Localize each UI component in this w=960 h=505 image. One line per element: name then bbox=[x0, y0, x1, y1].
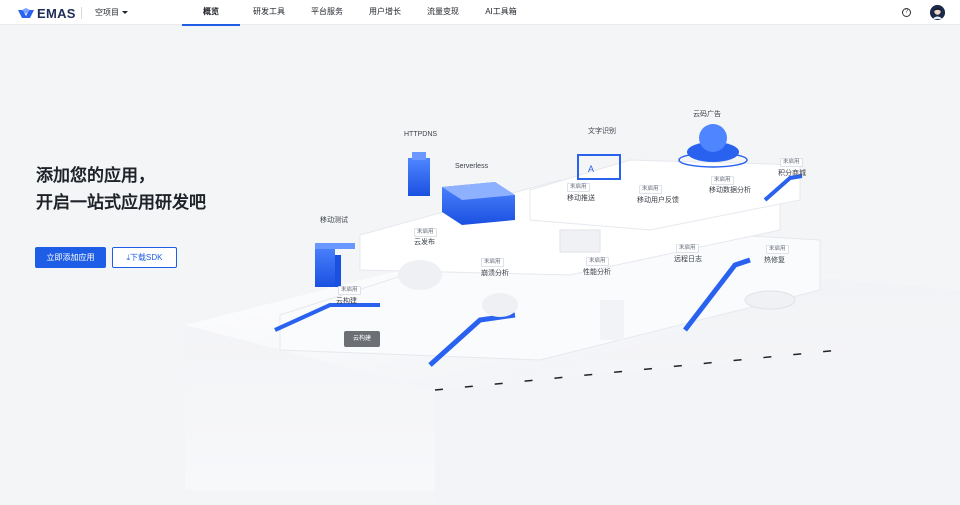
service-points-mall[interactable]: 积分商城 bbox=[778, 168, 806, 178]
service-mobile-push[interactable]: 移动推送 bbox=[567, 193, 595, 203]
status-badge: 未启用 bbox=[481, 258, 504, 267]
service-cloud-build[interactable]: 云构建 bbox=[336, 296, 357, 306]
service-crash-analysis[interactable]: 崩溃分析 bbox=[481, 268, 509, 278]
service-remote-log[interactable]: 远程日志 bbox=[674, 254, 702, 264]
download-sdk-button[interactable]: ⤓下载SDK bbox=[112, 247, 177, 268]
status-badge: 未启用 bbox=[586, 257, 609, 266]
tab-overview[interactable]: 概览 bbox=[182, 0, 240, 26]
cloud-ads-cloud bbox=[678, 124, 748, 168]
question-circle-icon[interactable]: ? bbox=[902, 8, 911, 17]
service-serverless[interactable]: Serverless bbox=[455, 163, 488, 170]
status-badge: 未启用 bbox=[639, 185, 662, 194]
crash-analysis-prop bbox=[482, 293, 518, 317]
divider bbox=[81, 7, 82, 19]
serverless-server bbox=[442, 182, 515, 225]
cloud-build-dome bbox=[398, 260, 442, 290]
hover-tooltip: 云构建 bbox=[344, 331, 380, 347]
mobile-test-arch bbox=[315, 243, 355, 287]
top-navbar: EMAS 空项目 概览 研发工具 平台服务 用户增长 流量变现 AI工具箱 ? bbox=[0, 0, 960, 26]
service-cloud-ads[interactable]: 云码广告 bbox=[693, 109, 721, 119]
main-tabs: 概览 研发工具 平台服务 用户增长 流量变现 AI工具箱 bbox=[182, 0, 530, 26]
tab-dev-tools[interactable]: 研发工具 bbox=[240, 0, 298, 25]
tab-platform-services[interactable]: 平台服务 bbox=[298, 0, 356, 25]
httpdns-tower bbox=[408, 152, 430, 196]
service-mobile-analytics[interactable]: 移动数据分析 bbox=[709, 185, 751, 195]
status-badge: 未启用 bbox=[338, 286, 361, 295]
status-badge: 未启用 bbox=[766, 245, 789, 254]
project-name: 空项目 bbox=[95, 8, 119, 17]
project-selector[interactable]: 空项目 bbox=[95, 7, 128, 18]
service-performance-analysis[interactable]: 性能分析 bbox=[583, 267, 611, 277]
service-httpdns[interactable]: HTTPDNS bbox=[404, 131, 437, 138]
service-user-feedback[interactable]: 移动用户反馈 bbox=[637, 195, 679, 205]
performance-screen bbox=[559, 229, 601, 253]
emas-logo-icon bbox=[18, 8, 34, 18]
chevron-down-icon bbox=[122, 11, 128, 14]
status-badge: 未启用 bbox=[676, 244, 699, 253]
tab-ai-toolbox[interactable]: AI工具箱 bbox=[472, 0, 530, 25]
tab-user-growth[interactable]: 用户增长 bbox=[356, 0, 414, 25]
services-illustration: A bbox=[185, 124, 960, 505]
brand-name: EMAS bbox=[37, 6, 76, 21]
status-badge: 未启用 bbox=[711, 176, 734, 185]
svg-text:A: A bbox=[588, 164, 594, 174]
service-cloud-release[interactable]: 云发布 bbox=[414, 237, 435, 247]
user-avatar-icon[interactable] bbox=[930, 5, 945, 20]
status-badge: 未启用 bbox=[414, 228, 437, 237]
service-mobile-testing[interactable]: 移动测试 bbox=[320, 215, 348, 225]
service-ocr[interactable]: 文字识别 bbox=[588, 126, 616, 136]
logo[interactable]: EMAS bbox=[18, 6, 76, 21]
download-sdk-label: 下载SDK bbox=[130, 253, 163, 262]
status-badge: 未启用 bbox=[567, 183, 590, 192]
add-app-button[interactable]: 立即添加应用 bbox=[35, 247, 106, 268]
status-badge: 未启用 bbox=[780, 158, 803, 167]
hotfix-disc bbox=[744, 290, 796, 310]
tab-monetization[interactable]: 流量变现 bbox=[414, 0, 472, 25]
log-pillar bbox=[600, 300, 624, 340]
service-hotfix[interactable]: 热修复 bbox=[764, 255, 785, 265]
